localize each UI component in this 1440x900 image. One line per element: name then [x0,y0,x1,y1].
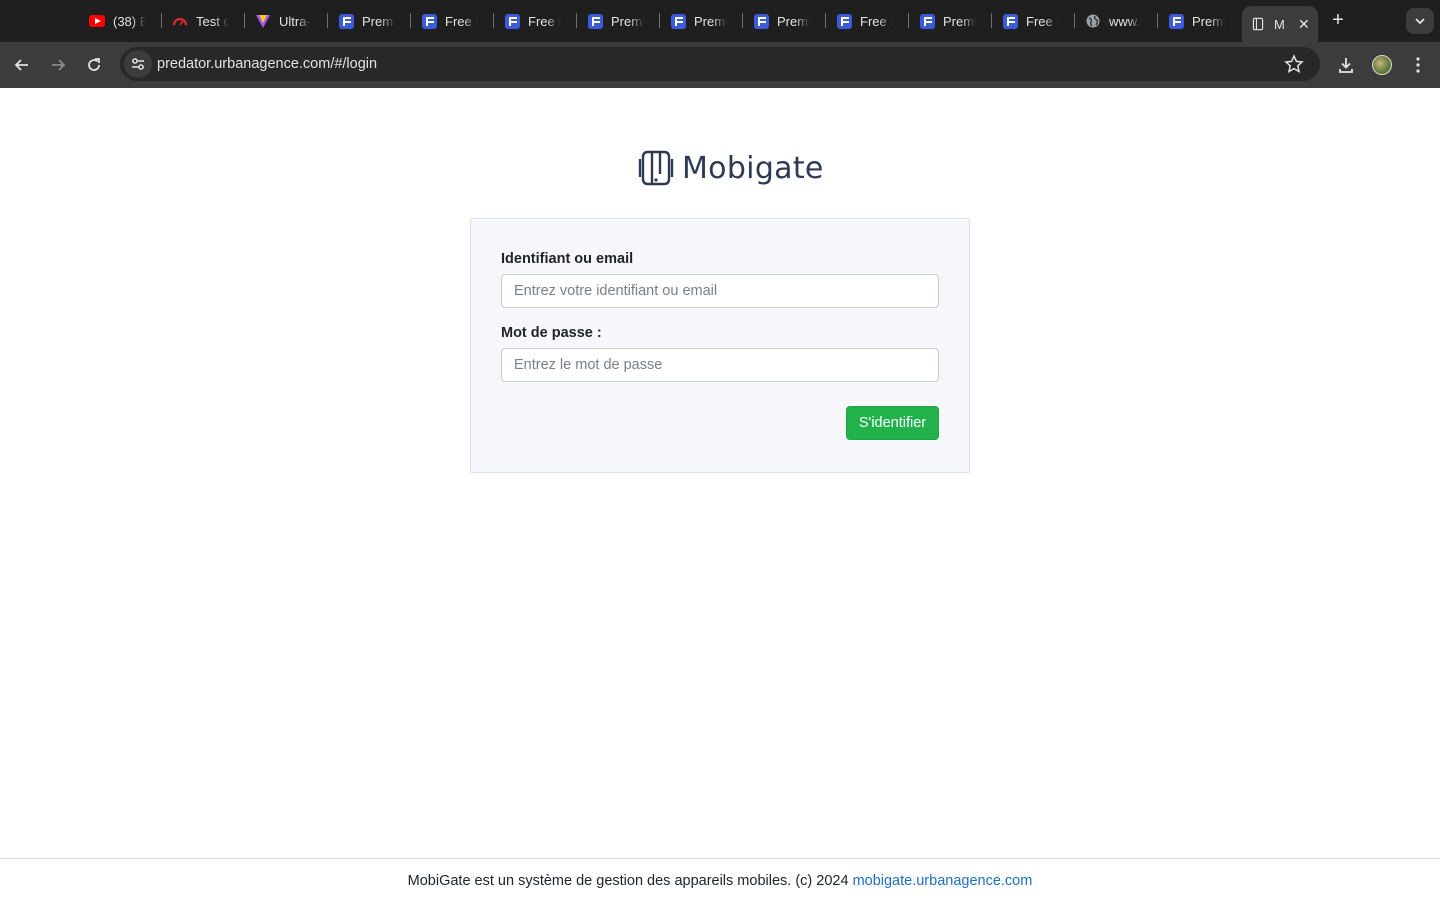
bookmark-star-icon[interactable] [1284,54,1304,74]
tab-separator [493,13,494,28]
browser-tab[interactable]: Free P [836,6,893,36]
close-tab-icon[interactable]: ✕ [1298,16,1310,33]
footer-link[interactable]: mobigate.urbanagence.com [853,873,1033,889]
tab-separator [410,13,411,28]
tab-separator [908,13,909,28]
tab-title: Premiu [362,13,395,29]
f-icon [1002,13,1018,29]
new-tab-button[interactable]: + [1326,9,1350,33]
username-label: Identifiant ou email [501,251,634,267]
f-icon [919,13,935,29]
f-icon [504,13,520,29]
youtube-icon [89,13,105,29]
download-icon [1339,58,1353,73]
vuetify-icon [255,13,271,29]
browser-tab[interactable]: Free P [504,6,561,36]
forward-button[interactable] [43,50,73,80]
tab-title: Premiu [611,13,644,29]
tab-title: Free P [528,13,561,29]
browser-tab[interactable]: Premiu [587,6,644,36]
chevron-down-icon [1415,18,1425,25]
browser-tab[interactable]: Premiu [1168,6,1225,36]
browser-tab[interactable]: Premiu [753,6,810,36]
f-icon [338,13,354,29]
tab-title: Free P [1026,13,1059,29]
browser-tab[interactable]: Ultra-I [255,6,312,36]
password-label: Mot de passe : [501,325,602,341]
tab-separator [991,13,992,28]
username-input[interactable] [501,274,939,308]
browser-menu-button[interactable] [1403,50,1433,80]
tab-separator [327,13,328,28]
more-vert-icon [1416,57,1420,73]
tab-title: (38) B [113,13,146,29]
brand-name: Mobigate [682,150,824,186]
url-text[interactable]: predator.urbanagence.com/#/login [157,56,377,72]
f-icon [421,13,437,29]
page-footer: MobiGate est un système de gestion des a… [0,858,1440,900]
browser-tab[interactable]: Premiu [670,6,727,36]
tab-separator [161,13,162,28]
tab-title: Free P [860,13,893,29]
footer-text: MobiGate est un système de gestion des a… [407,873,849,889]
tab-title: M [1274,16,1285,32]
tab-title: Free P [445,13,478,29]
browser-tab[interactable]: Premiu [338,6,395,36]
arrow-left-icon [14,59,28,71]
globe-icon [1085,13,1101,29]
address-bar[interactable]: predator.urbanagence.com/#/login [120,47,1320,81]
browser-tab[interactable]: (38) B [89,6,146,36]
tab-separator [825,13,826,28]
browser-tab[interactable]: Premiu [919,6,976,36]
tab-title: www.f [1109,13,1142,29]
f-icon [587,13,603,29]
mobigate-logo-icon [638,150,674,186]
tab-separator [1074,13,1075,28]
back-button[interactable] [7,50,37,80]
tab-title: Premiu [1192,13,1225,29]
downloads-button[interactable] [1331,50,1361,80]
tab-separator [576,13,577,28]
avatar [1372,55,1392,75]
brand-header: Mobigate [638,147,824,189]
browser-tab-strip: (38) B Test d Ultra-I Premiu Free P Free… [0,0,1440,42]
f-icon [836,13,852,29]
tab-separator [659,13,660,28]
browser-tab[interactable]: Free P [1002,6,1059,36]
speedometer-icon [172,13,188,29]
site-settings-icon[interactable] [124,50,152,78]
tab-separator [244,13,245,28]
f-icon [753,13,769,29]
arrow-right-icon [52,59,66,71]
mobigate-icon [1250,16,1266,32]
password-input[interactable] [501,348,939,382]
browser-tab[interactable]: Free P [421,6,478,36]
tab-title: Ultra-I [279,13,312,29]
profile-button[interactable] [1367,50,1397,80]
f-icon [1168,13,1184,29]
browser-toolbar: predator.urbanagence.com/#/login [0,42,1440,88]
tab-title: Premiu [694,13,727,29]
tab-title: Premiu [943,13,976,29]
tab-title: Premiu [777,13,810,29]
tab-search-button[interactable] [1406,8,1434,34]
browser-tab[interactable]: Test d [172,6,229,36]
login-page: Mobigate Identifiant ou email Mot de pas… [0,88,1440,900]
login-button[interactable]: S'identifier [846,406,939,440]
tab-title: Test d [196,13,229,29]
reload-icon [88,58,100,71]
f-icon [670,13,686,29]
browser-tab-active[interactable]: M ✕ [1242,6,1318,42]
tab-separator [742,13,743,28]
reload-button[interactable] [79,50,109,80]
login-card: Identifiant ou email Mot de passe : S'id… [470,218,970,473]
browser-tab[interactable]: www.f [1085,6,1142,36]
tab-separator [1157,13,1158,28]
